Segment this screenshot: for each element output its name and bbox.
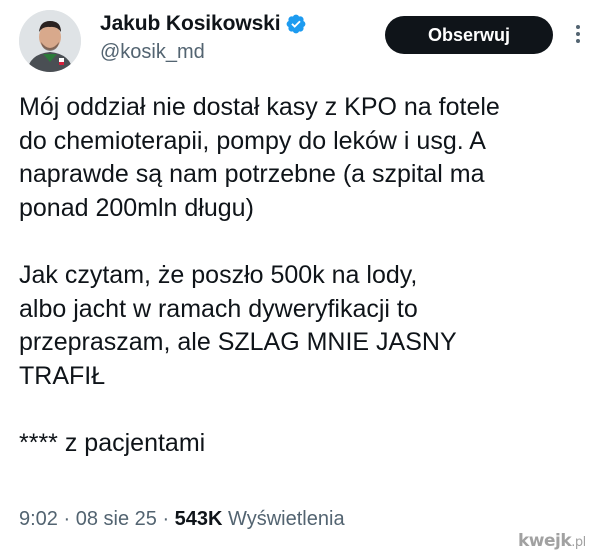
- tweet-line: ponad 200mln długu): [19, 193, 254, 222]
- tweet-date[interactable]: 08 sie 25: [76, 508, 157, 530]
- author-handle[interactable]: @kosik_md: [100, 41, 205, 64]
- avatar-image: [19, 10, 81, 72]
- watermark: kwejk.pl: [518, 531, 586, 551]
- views-label: Wyświetlenia: [222, 508, 345, 530]
- author-name[interactable]: Jakub Kosikowski: [100, 12, 281, 36]
- tweet-line: Jak czytam, że poszło 500k na lody,: [19, 261, 418, 289]
- tweet-line: TRAFIŁ: [19, 361, 106, 390]
- tweet-line: Mój oddział nie dostał kasy z KPO na fot…: [19, 93, 500, 121]
- more-vertical-icon[interactable]: [568, 22, 588, 50]
- author-name-row[interactable]: Jakub Kosikowski: [100, 12, 307, 36]
- views-count: 543K: [174, 508, 223, 530]
- meta-separator: ·: [156, 508, 175, 530]
- meta-separator: ·: [57, 508, 76, 530]
- follow-button[interactable]: Obserwuj: [385, 16, 553, 54]
- tweet-line: przepraszam, ale SZLAG MNIE JASNY: [19, 328, 457, 356]
- watermark-suffix: .pl: [571, 535, 586, 550]
- verified-badge-icon: [287, 14, 306, 34]
- tweet-line: albo jacht w ramach dyweryfikacji to: [19, 294, 418, 323]
- tweet-line: **** z pacjentami: [19, 429, 206, 457]
- tweet-text: Mój oddział nie dostał kasy z KPO na fot…: [19, 91, 594, 461]
- tweet-meta: 9:02 · 08 sie 25 · 543K Wyświetlenia: [19, 508, 345, 531]
- tweet-header: Jakub Kosikowski @kosik_md Obserwuj: [0, 0, 610, 80]
- watermark-brand: kwejk: [518, 531, 572, 551]
- avatar[interactable]: [19, 10, 81, 72]
- tweet-line: naprawde są nam potrzebne (a szpital ma: [19, 160, 485, 188]
- tweet-time[interactable]: 9:02: [19, 508, 58, 530]
- tweet-line: do chemioterapii, pompy do leków i usg. …: [19, 126, 486, 155]
